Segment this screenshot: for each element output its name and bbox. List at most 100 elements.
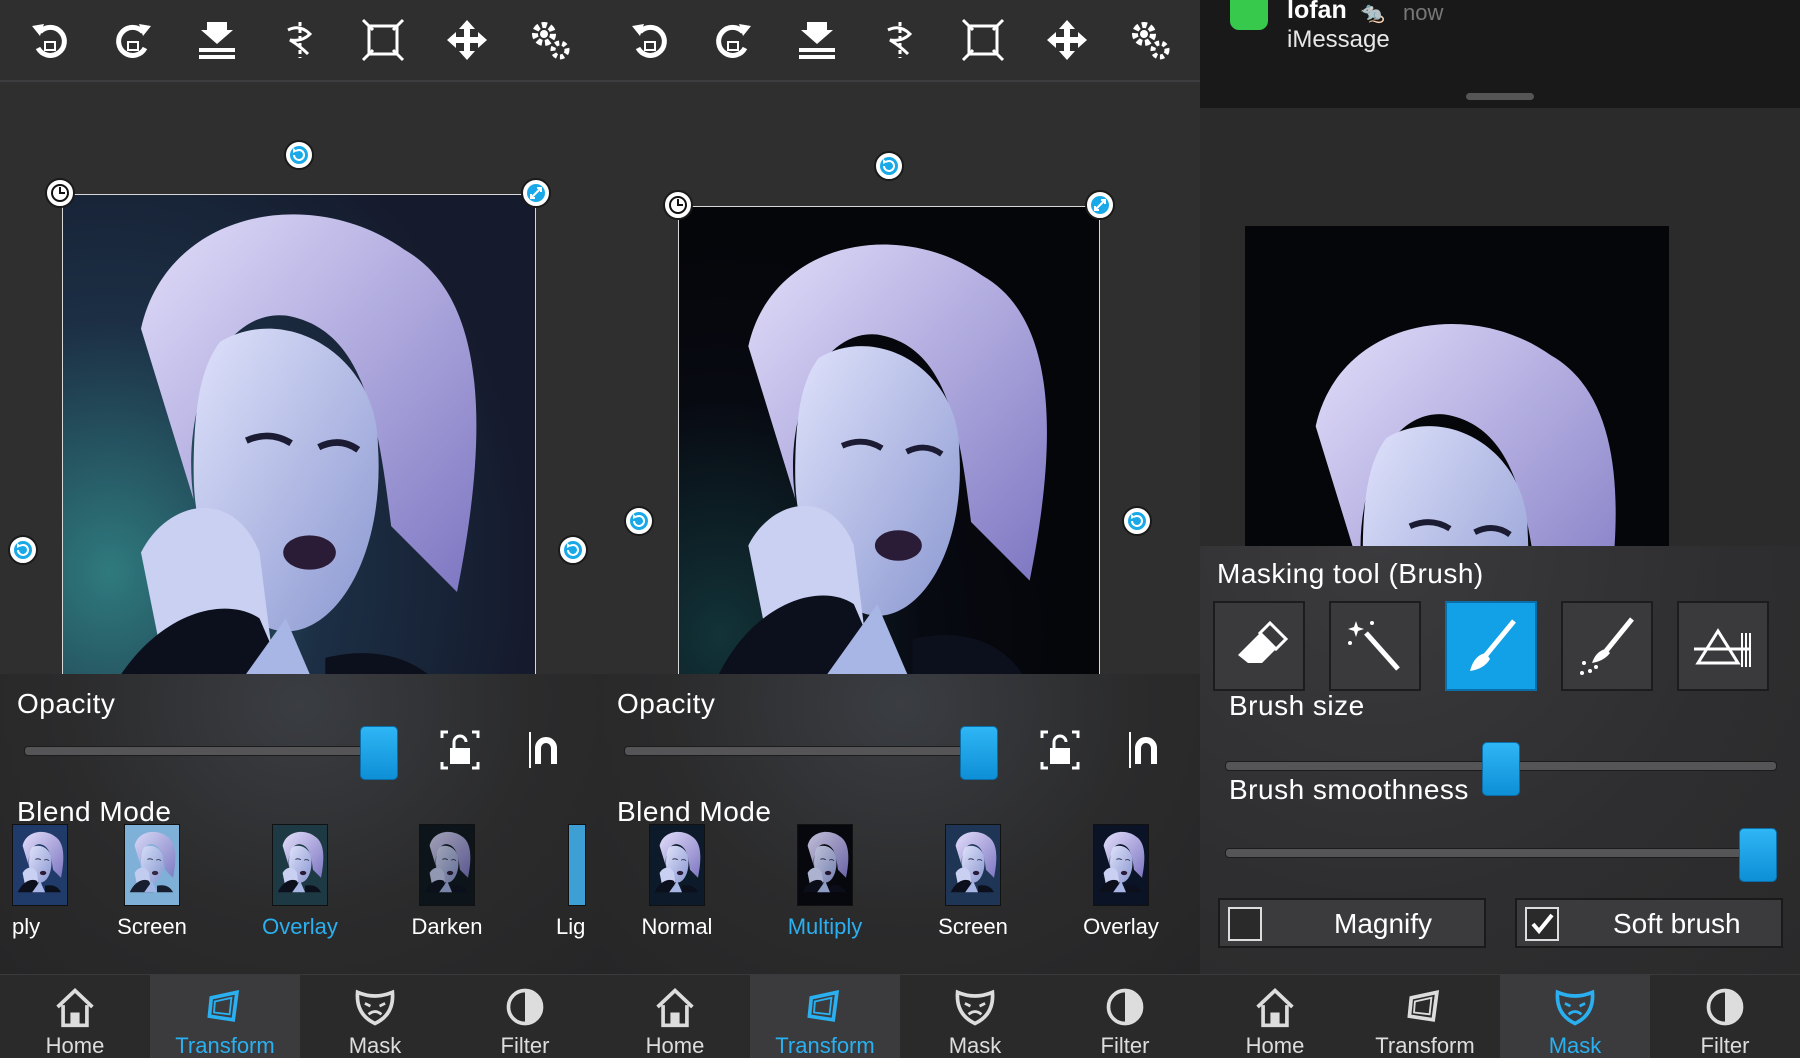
- corner-handle-top-right[interactable]: [1085, 190, 1115, 220]
- nav-filter[interactable]: Filter: [1650, 975, 1800, 1058]
- magnify-checkbox-box[interactable]: [1228, 907, 1262, 941]
- move-icon[interactable]: [1039, 12, 1095, 68]
- notification-app: iMessage: [1287, 26, 1390, 53]
- mask-panel-screen: lofan 🐀 now iMessage Masking tool (Brush…: [1200, 0, 1800, 1058]
- eraser-tool-button[interactable]: [1213, 601, 1305, 691]
- move-icon[interactable]: [439, 12, 495, 68]
- masking-tool-title: Masking tool (Brush): [1217, 558, 1484, 589]
- undo-icon[interactable]: [22, 12, 78, 68]
- notification-sender: lofan: [1287, 0, 1347, 24]
- layer-controls: Opacity Blend Mode ply Screen Overlay Da…: [0, 674, 600, 974]
- nav-home[interactable]: Home: [1200, 975, 1350, 1058]
- settings-icon[interactable]: [1122, 12, 1178, 68]
- notification-grabber[interactable]: [1466, 93, 1534, 100]
- notification-time: now: [1403, 0, 1444, 25]
- bottom-nav: Home Transform Mask Filter: [0, 974, 600, 1058]
- layer-controls: Opacity Blend Mode Normal Multiply Scree…: [600, 674, 1200, 974]
- blend-mode-list[interactable]: ply Screen Overlay Darken Lig: [0, 824, 600, 954]
- opacity-slider-thumb[interactable]: [360, 726, 398, 780]
- rotate-handle-right[interactable]: [1122, 506, 1152, 536]
- redo-icon[interactable]: [105, 12, 161, 68]
- top-toolbar: [0, 0, 600, 82]
- nav-transform[interactable]: Transform: [1350, 975, 1500, 1058]
- nav-filter[interactable]: Filter: [1050, 975, 1200, 1058]
- blend-mode-item[interactable]: Darken: [387, 824, 507, 940]
- undo-icon[interactable]: [622, 12, 678, 68]
- layer-photo[interactable]: [678, 206, 1100, 674]
- masking-tool-panel: Masking tool (Brush) Brush size Brush sm…: [1200, 546, 1800, 974]
- mouse-emoji-icon: 🐀: [1360, 2, 1385, 24]
- image-canvas[interactable]: [600, 84, 1200, 674]
- top-toolbar: [600, 0, 1200, 82]
- brush-smoothness-slider-thumb[interactable]: [1739, 828, 1777, 882]
- opacity-label: Opacity: [617, 688, 716, 719]
- flatten-icon[interactable]: [189, 12, 245, 68]
- blend-mode-item[interactable]: Screen: [92, 824, 212, 940]
- rotate-handle-left[interactable]: [624, 506, 654, 536]
- brush-smoothness-slider-track[interactable]: [1225, 848, 1777, 858]
- fit-icon[interactable]: [355, 12, 411, 68]
- layer-photo[interactable]: [62, 194, 536, 674]
- corner-handle-top-left[interactable]: [45, 178, 75, 208]
- gradient-tool-button[interactable]: [1677, 601, 1769, 691]
- blend-mode-list[interactable]: Normal Multiply Screen Overlay: [600, 824, 1200, 954]
- soft-brush-label: Soft brush: [1613, 908, 1741, 939]
- rotate-handle-top[interactable]: [284, 140, 314, 170]
- magnet-icon[interactable]: [520, 724, 572, 776]
- transform-panel-overlay: Opacity Blend Mode ply Screen Overlay Da…: [0, 0, 600, 1058]
- checkmark-icon: [1531, 913, 1554, 935]
- opacity-slider-thumb[interactable]: [960, 726, 998, 780]
- image-canvas[interactable]: [0, 84, 600, 674]
- messages-app-icon: [1230, 0, 1268, 30]
- blend-mode-item[interactable]: ply: [0, 824, 80, 940]
- nav-mask[interactable]: Mask: [300, 975, 450, 1058]
- nav-home[interactable]: Home: [600, 975, 750, 1058]
- magnet-icon[interactable]: [1120, 724, 1172, 776]
- rotate-handle-right[interactable]: [558, 535, 588, 565]
- blend-mode-item-selected[interactable]: Overlay: [240, 824, 360, 940]
- blend-mode-item[interactable]: Lig: [520, 824, 600, 940]
- redo-icon[interactable]: [705, 12, 761, 68]
- nav-mask[interactable]: Mask: [1500, 975, 1650, 1058]
- lock-icon[interactable]: [1034, 724, 1086, 776]
- flatten-icon[interactable]: [789, 12, 845, 68]
- blend-mode-item[interactable]: Normal: [617, 824, 737, 940]
- nav-filter[interactable]: Filter: [450, 975, 600, 1058]
- fit-icon[interactable]: [955, 12, 1011, 68]
- nav-mask[interactable]: Mask: [900, 975, 1050, 1058]
- nav-home[interactable]: Home: [0, 975, 150, 1058]
- rotate-handle-left[interactable]: [8, 535, 38, 565]
- gradient-icon: [1694, 628, 1751, 667]
- brush-icon: [1470, 619, 1516, 671]
- soft-brush-checkbox-box[interactable]: [1525, 907, 1559, 941]
- soft-brush-checkbox[interactable]: Soft brush: [1515, 898, 1783, 948]
- nav-transform[interactable]: Transform: [750, 975, 900, 1058]
- magnify-checkbox[interactable]: Magnify: [1218, 898, 1486, 948]
- brush-size-slider-thumb[interactable]: [1482, 742, 1520, 796]
- opacity-slider-track[interactable]: [24, 746, 386, 756]
- rotate-handle-top[interactable]: [874, 151, 904, 181]
- brush-tool-button[interactable]: [1445, 601, 1537, 691]
- opacity-slider-track[interactable]: [624, 746, 986, 756]
- blend-mode-item[interactable]: Overlay: [1061, 824, 1181, 940]
- brush-size-label: Brush size: [1229, 690, 1365, 721]
- nav-transform[interactable]: Transform: [150, 975, 300, 1058]
- spray-brush-tool-button[interactable]: [1561, 601, 1653, 691]
- magic-wand-tool-button[interactable]: [1329, 601, 1421, 691]
- settings-icon[interactable]: [522, 12, 578, 68]
- message-notification[interactable]: lofan 🐀 now iMessage: [1200, 0, 1800, 108]
- flip-icon[interactable]: [272, 12, 328, 68]
- flip-icon[interactable]: [872, 12, 928, 68]
- corner-handle-top-left[interactable]: [663, 190, 693, 220]
- eraser-icon: [1238, 620, 1289, 663]
- layer-photo[interactable]: [1245, 226, 1669, 546]
- corner-handle-top-right[interactable]: [521, 178, 551, 208]
- bottom-nav: Home Transform Mask Filter: [1200, 974, 1800, 1058]
- magic-wand-icon: [1348, 621, 1400, 671]
- lock-icon[interactable]: [434, 724, 486, 776]
- magnify-label: Magnify: [1334, 908, 1433, 939]
- spray-brush-icon: [1580, 617, 1634, 675]
- transform-panel-multiply: Opacity Blend Mode Normal Multiply Scree…: [600, 0, 1200, 1058]
- blend-mode-item[interactable]: Screen: [913, 824, 1033, 940]
- blend-mode-item-selected[interactable]: Multiply: [765, 824, 885, 940]
